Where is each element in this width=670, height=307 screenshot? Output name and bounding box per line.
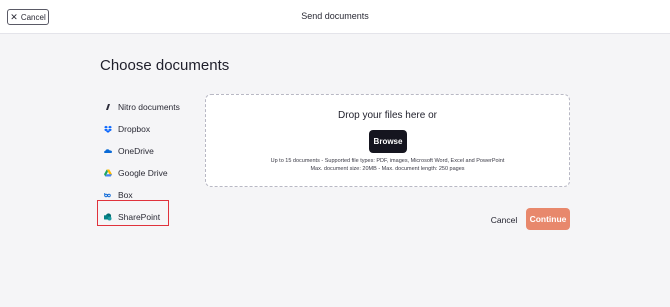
dropbox-icon — [104, 125, 112, 133]
box-icon — [104, 193, 111, 198]
onedrive-icon — [104, 149, 112, 153]
section-heading: Choose documents — [100, 57, 230, 74]
page-title: Send documents — [301, 11, 369, 21]
dropzone-title: Drop your files here or — [338, 110, 437, 121]
nitro-icon — [106, 104, 110, 110]
source-item-onedrive[interactable]: OneDrive — [104, 140, 180, 162]
dropzone-note-limits: Max. document size: 20MB - Max. document… — [310, 166, 465, 172]
selection-highlight — [97, 200, 169, 226]
browse-button[interactable]: Browse — [369, 130, 407, 153]
cancel-button[interactable]: Cancel — [487, 212, 521, 228]
source-item-dropbox[interactable]: Dropbox — [104, 118, 180, 140]
source-item-nitro[interactable]: Nitro documents — [104, 96, 180, 118]
source-label: Nitro documents — [118, 102, 180, 112]
source-label: OneDrive — [118, 146, 154, 156]
file-dropzone[interactable]: Drop your files here or Browse Up to 15 … — [205, 94, 570, 187]
continue-button[interactable]: Continue — [526, 208, 570, 230]
google-drive-icon — [104, 169, 112, 177]
dropzone-note-types: Up to 15 documents - Supported file type… — [270, 158, 505, 164]
source-item-google-drive[interactable]: Google Drive — [104, 162, 180, 184]
source-label: Box — [118, 190, 133, 200]
source-label: Dropbox — [118, 124, 151, 134]
top-bar: ✕ Cancel Send documents — [0, 0, 670, 34]
source-label: Google Drive — [118, 168, 168, 178]
